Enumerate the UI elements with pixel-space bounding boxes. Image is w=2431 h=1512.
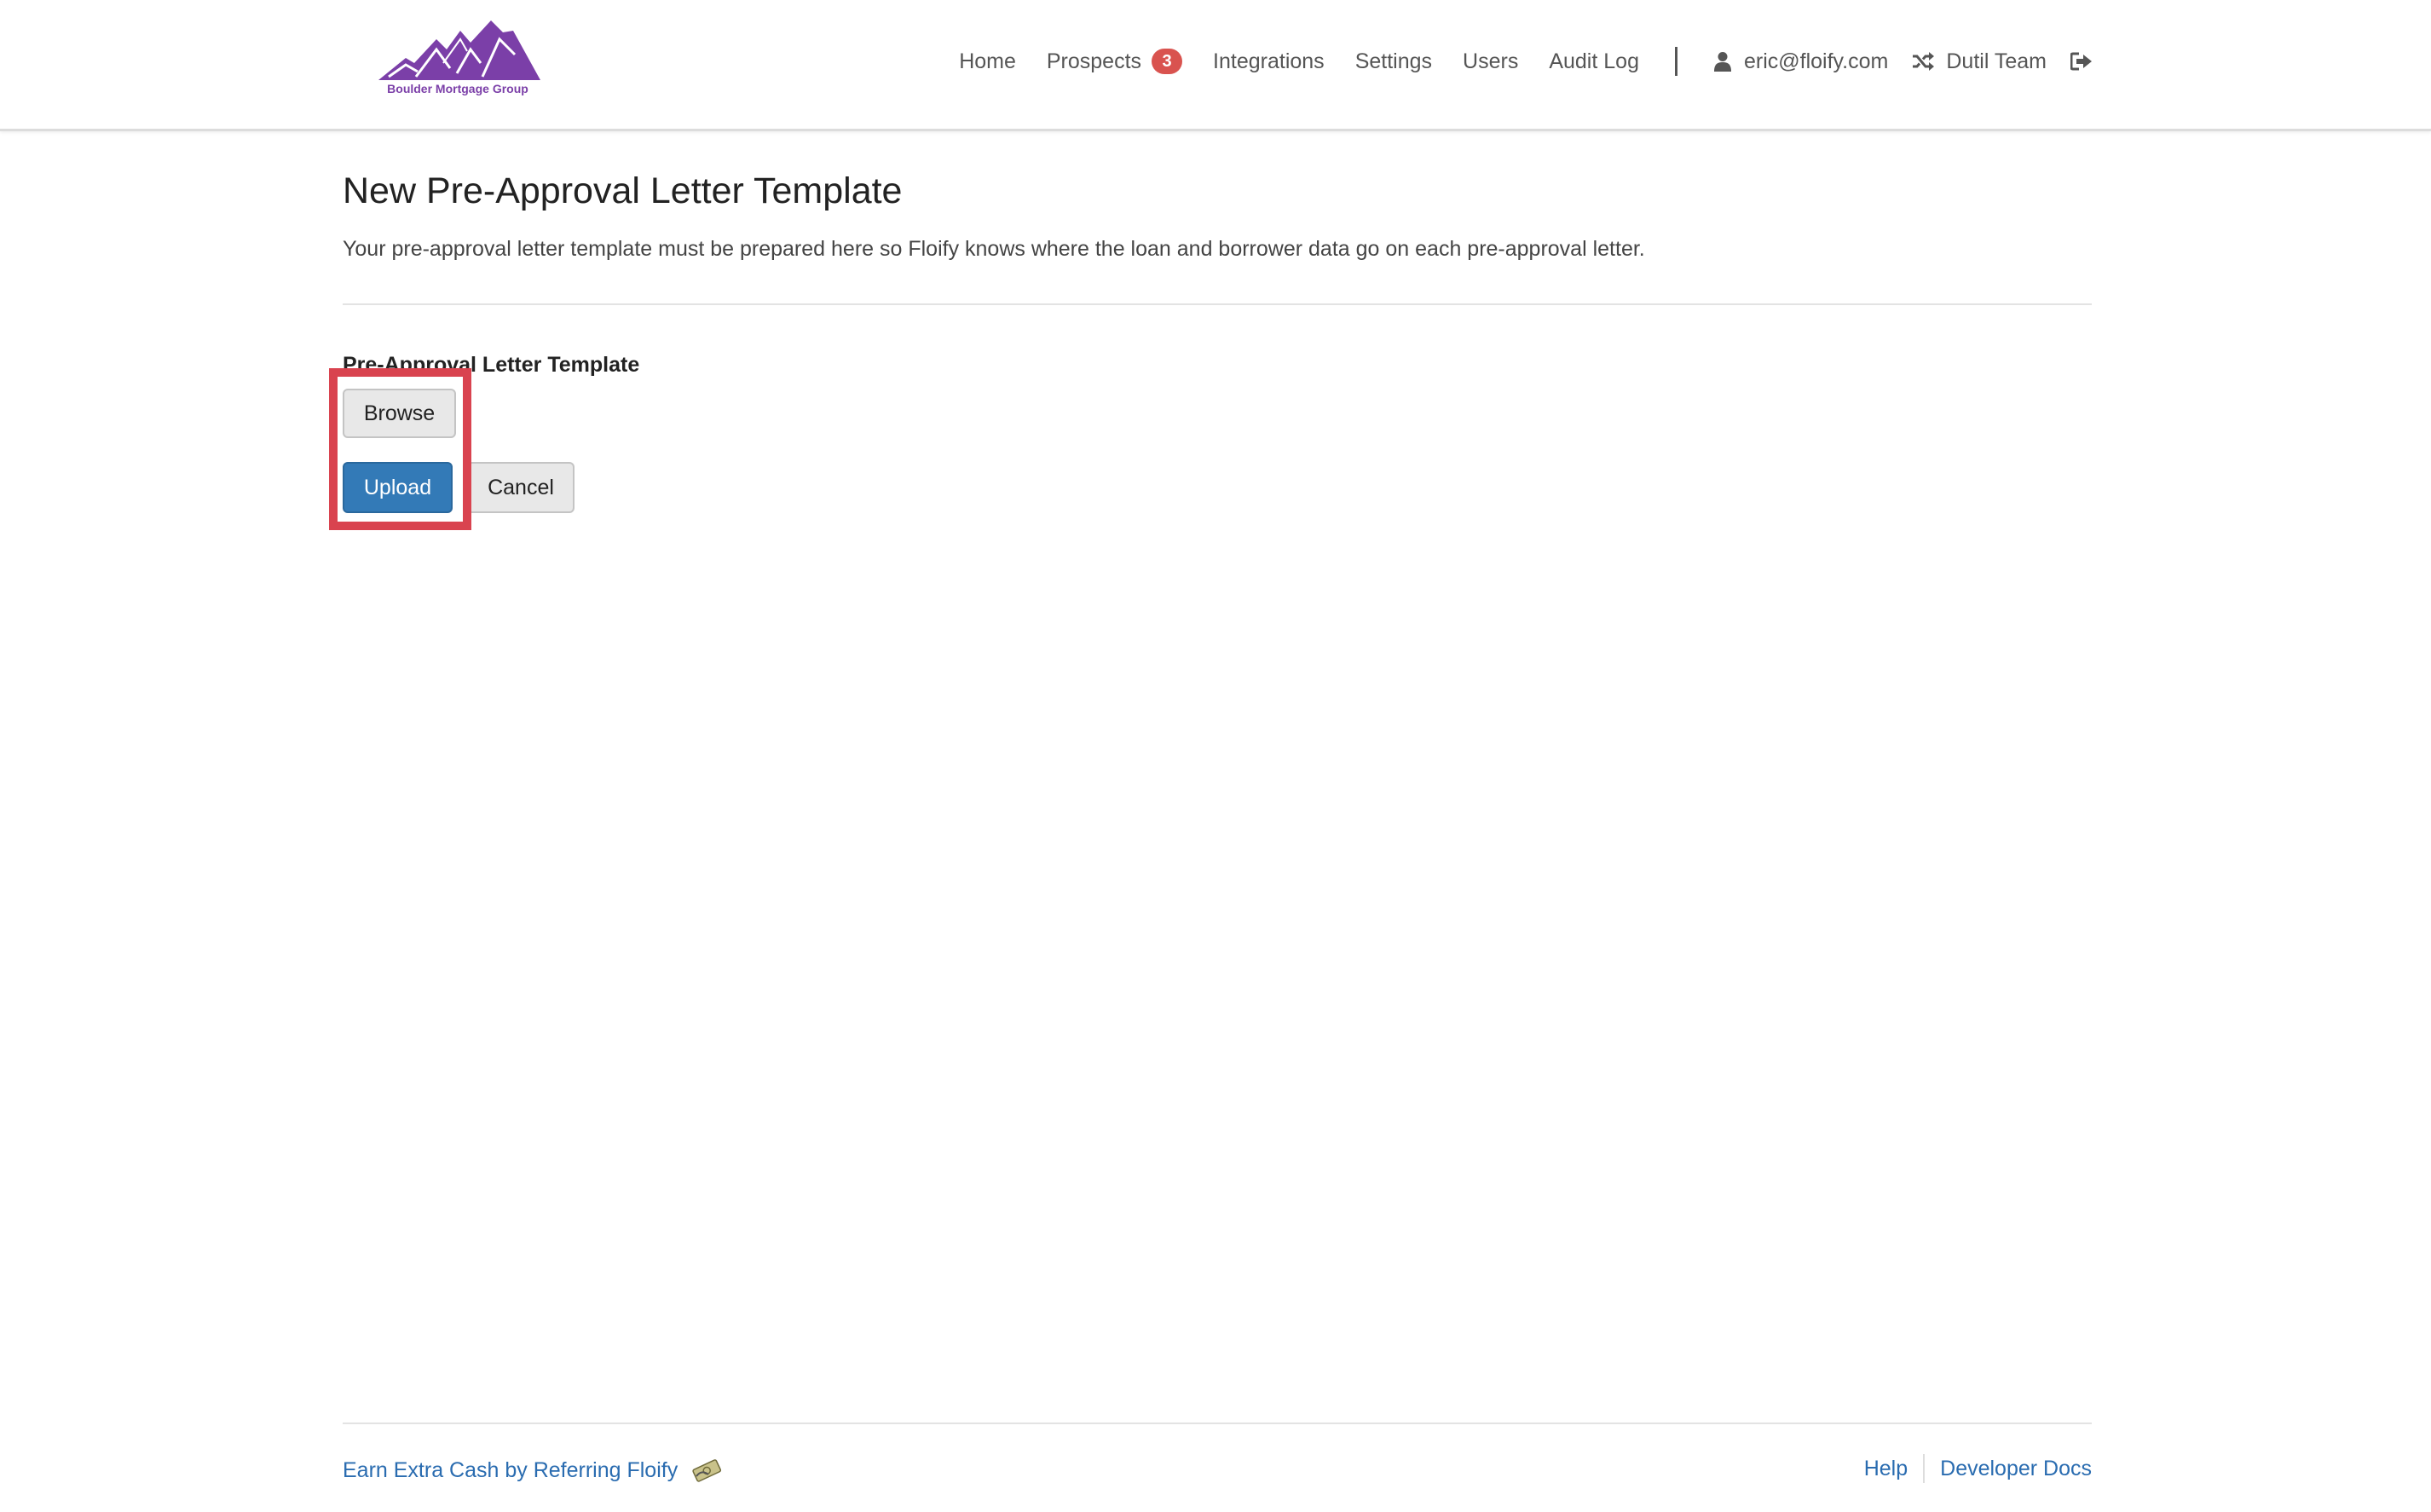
page-description: Your pre-approval letter template must b… <box>343 237 1645 261</box>
footer-divider <box>343 1423 2092 1424</box>
user-icon <box>1713 51 1732 72</box>
mountain-logo-icon <box>378 20 540 80</box>
main-nav: Home Prospects 3 Integrations Settings U… <box>959 44 2093 78</box>
prospects-count-badge: 3 <box>1152 49 1183 74</box>
cancel-button[interactable]: Cancel <box>467 462 575 513</box>
nav-audit-log[interactable]: Audit Log <box>1549 49 1639 74</box>
sign-out-icon <box>2070 52 2092 71</box>
nav-integrations-label: Integrations <box>1213 49 1325 73</box>
referral-link-label: Earn Extra Cash by Referring Floify <box>343 1457 678 1482</box>
referral-link[interactable]: Earn Extra Cash by Referring Floify <box>343 1457 722 1483</box>
nav-divider <box>1674 47 1677 76</box>
template-field-label: Pre-Approval Letter Template <box>343 353 640 377</box>
top-navbar: Boulder Mortgage Group Home Prospects 3 … <box>0 0 2431 131</box>
user-email: eric@floify.com <box>1743 49 1889 73</box>
nav-users[interactable]: Users <box>1463 49 1518 74</box>
nav-settings[interactable]: Settings <box>1355 49 1432 74</box>
nav-home[interactable]: Home <box>959 49 1016 74</box>
brand-name: Boulder Mortgage Group <box>387 82 528 95</box>
shuffle-icon <box>1912 52 1935 71</box>
nav-audit-log-label: Audit Log <box>1549 49 1639 73</box>
money-icon <box>691 1457 722 1483</box>
footer-link-divider <box>1923 1454 1926 1483</box>
developer-docs-link[interactable]: Developer Docs <box>1940 1457 2092 1481</box>
help-link[interactable]: Help <box>1864 1457 1908 1481</box>
nav-prospects[interactable]: Prospects 3 <box>1046 49 1183 74</box>
nav-home-label: Home <box>959 49 1016 73</box>
upload-button[interactable]: Upload <box>343 462 453 513</box>
nav-user-account[interactable]: eric@floify.com <box>1713 49 1888 74</box>
nav-switch-team[interactable]: Dutil Team <box>1912 49 2047 74</box>
nav-integrations[interactable]: Integrations <box>1213 49 1325 74</box>
nav-settings-label: Settings <box>1354 49 1433 73</box>
sign-out-button[interactable] <box>2070 52 2093 71</box>
footer-links: Help Developer Docs <box>1864 1454 2092 1483</box>
nav-users-label: Users <box>1463 49 1519 73</box>
brand-logo[interactable]: Boulder Mortgage Group <box>375 20 540 102</box>
browse-button[interactable]: Browse <box>343 389 456 438</box>
section-divider <box>343 303 2092 305</box>
page-title: New Pre-Approval Letter Template <box>343 170 903 211</box>
team-name: Dutil Team <box>1946 49 2047 73</box>
nav-prospects-label: Prospects <box>1046 49 1142 73</box>
